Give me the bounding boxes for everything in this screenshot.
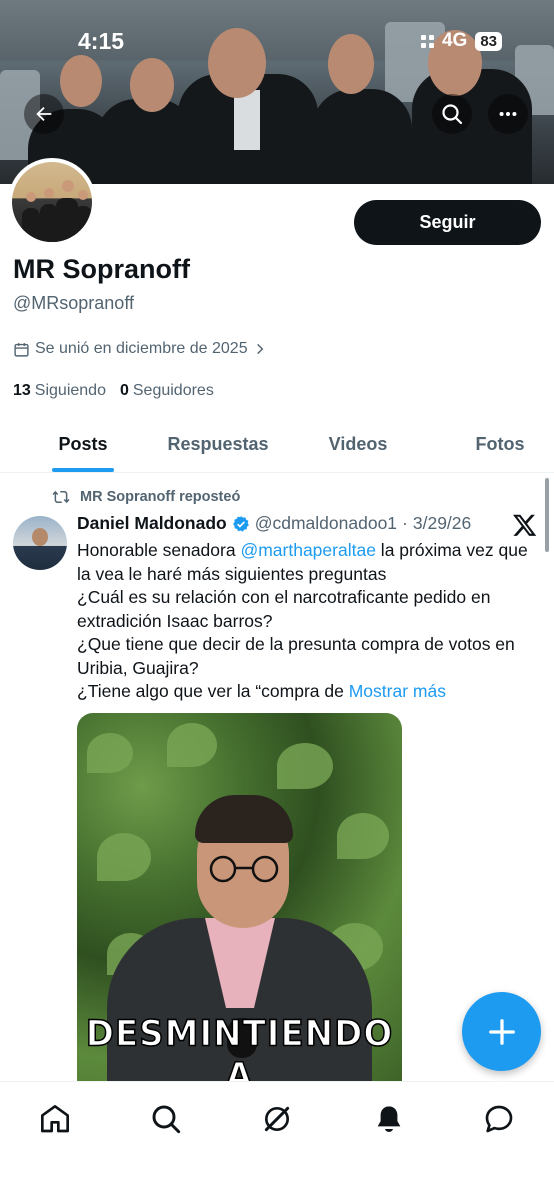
post-text-fragment: ¿Tiene algo que ver la “compra de (77, 681, 349, 701)
post-author-handle[interactable]: @cdmaldonadoo1 (255, 513, 397, 534)
avatar-head (26, 192, 36, 202)
media-leaf (87, 733, 133, 773)
post-author-avatar[interactable] (13, 516, 67, 570)
joined-date[interactable]: Se unió en diciembre de 2025 (13, 340, 267, 358)
tab-respuestas[interactable]: Respuestas (166, 416, 270, 472)
post-line: Honorable senadora @marthaperaltae la pr… (77, 539, 532, 586)
following-label: Siguiendo (34, 382, 106, 399)
verified-badge-icon (232, 515, 249, 532)
following-stat[interactable]: 13 Siguiendo (13, 382, 106, 400)
tab-posts[interactable]: Posts (0, 416, 166, 472)
post-date[interactable]: 3/29/26 (413, 513, 471, 534)
x-logo-icon (512, 514, 537, 536)
more-horizontal-icon (499, 111, 517, 117)
followers-stat[interactable]: 0 Seguidores (120, 382, 214, 400)
grok-icon (264, 1106, 290, 1132)
status-time: 4:15 (78, 28, 125, 54)
status-indicators: 4G 83 (420, 30, 502, 52)
glasses-icon (209, 855, 279, 883)
chevron-right-icon (256, 343, 263, 355)
battery-level: 83 (475, 31, 502, 51)
nav-search[interactable] (149, 1102, 183, 1136)
tab-videos[interactable]: Videos (270, 416, 446, 472)
profile-avatar[interactable] (8, 158, 96, 246)
repost-label: MR Sopranoff reposteó (80, 489, 241, 505)
media-person-hair (195, 795, 293, 843)
media-leaf (277, 743, 333, 789)
post-body[interactable]: Honorable senadora @marthaperaltae la pr… (77, 539, 532, 704)
post-line: ¿Tiene algo que ver la “compra de Mostra… (77, 680, 532, 704)
arrow-left-icon (36, 106, 52, 122)
nav-grok[interactable] (260, 1102, 294, 1136)
banner-head (60, 55, 102, 107)
network-label: 4G (441, 30, 468, 51)
media-caption: DESMINTIENDO A (85, 1012, 394, 1081)
search-icon (442, 104, 463, 125)
bottom-navigation (0, 1081, 554, 1200)
repost-icon (52, 490, 70, 504)
post-header: Daniel Maldonado @cdmaldonadoo1 · 3/29/2… (77, 513, 471, 534)
tab-fotos[interactable]: Fotos (446, 416, 554, 472)
follow-button[interactable]: Seguir (354, 200, 541, 245)
profile-handle: @MRsopranoff (13, 293, 134, 313)
home-icon (41, 1105, 69, 1133)
nav-notifications[interactable] (372, 1102, 406, 1136)
media-leaf (97, 833, 151, 881)
back-button[interactable] (24, 94, 64, 134)
profile-tabs: Posts Respuestas Videos Fotos (0, 416, 554, 473)
post-line: ¿Que tiene que decir de la presunta comp… (77, 634, 515, 678)
post-text-fragment: Honorable senadora (77, 540, 241, 560)
avatar-head (44, 188, 54, 198)
avatar-head (32, 528, 48, 546)
calendar-icon (14, 342, 29, 357)
bell-icon (377, 1106, 401, 1132)
post-media-video[interactable]: DESMINTIENDO A (77, 713, 402, 1081)
media-leaf (167, 723, 217, 767)
search-button[interactable] (432, 94, 472, 134)
avatar-figure (22, 208, 40, 242)
show-more-link[interactable]: Mostrar más (349, 681, 446, 701)
scrollbar[interactable] (545, 478, 549, 552)
compose-post-button[interactable] (462, 992, 541, 1071)
banner-shirt (234, 90, 260, 150)
more-options-button[interactable] (488, 94, 528, 134)
media-leaf (337, 813, 389, 859)
plus-icon (488, 1018, 515, 1045)
repost-indicator: MR Sopranoff reposteó (52, 488, 240, 506)
post-line: ¿Cuál es su relación con el narcotrafica… (77, 587, 491, 631)
followers-label: Seguidores (132, 382, 214, 399)
status-bar: 4:15 4G 83 (0, 28, 554, 58)
joined-label: Se unió en diciembre de 2025 (35, 340, 248, 357)
followers-count: 0 (119, 382, 129, 399)
banner-figure (312, 89, 412, 184)
nav-messages[interactable] (482, 1102, 516, 1136)
avatar-figure (74, 206, 92, 242)
avatar-head (78, 190, 88, 200)
signal-icon (420, 34, 434, 48)
following-count: 13 (13, 382, 31, 399)
follow-stats: 13 Siguiendo 0 Seguidores (13, 382, 214, 400)
avatar-head (62, 180, 74, 192)
nav-home[interactable] (38, 1102, 72, 1136)
post-separator: · (402, 513, 408, 533)
post-author-name[interactable]: Daniel Maldonado (77, 513, 227, 534)
profile-display-name: MR Sopranoff (13, 254, 190, 284)
search-icon (152, 1105, 181, 1134)
banner-head (130, 58, 174, 112)
post-mention-link[interactable]: @marthaperaltae (240, 540, 375, 560)
messages-icon (485, 1105, 513, 1133)
